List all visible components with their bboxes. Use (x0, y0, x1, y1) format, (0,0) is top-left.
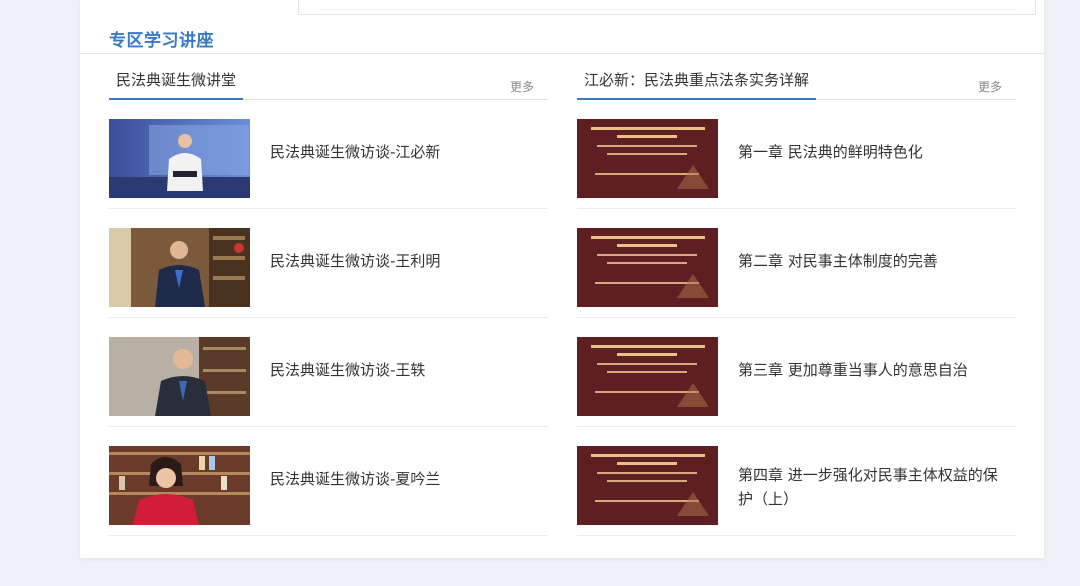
video-thumbnail[interactable] (577, 119, 718, 198)
video-thumbnail[interactable] (109, 228, 250, 307)
lecture-panel: 专区学习讲座 民法典诞生微讲堂 更多 民法典诞生微访谈-江必新 民法典诞生微访谈… (80, 0, 1044, 558)
item-title[interactable]: 第二章 对民事主体制度的完善 (738, 249, 1010, 273)
left-column-title[interactable]: 民法典诞生微讲堂 (109, 68, 244, 100)
top-content-box (298, 0, 1036, 15)
item-title[interactable]: 民法典诞生微访谈-江必新 (270, 140, 542, 164)
item-title[interactable]: 第一章 民法典的鲜明特色化 (738, 140, 1010, 164)
right-more-link[interactable]: 更多 (978, 78, 1002, 95)
list-item[interactable]: 第四章 进一步强化对民事主体权益的保护（上） (577, 427, 1016, 536)
left-more-link[interactable]: 更多 (510, 78, 534, 95)
list-item[interactable]: 民法典诞生微访谈-王利明 (109, 209, 548, 318)
right-column-title[interactable]: 江必新：民法典重点法条实务详解 (577, 68, 817, 100)
item-title[interactable]: 民法典诞生微访谈-夏吟兰 (270, 467, 542, 491)
list-item[interactable]: 第二章 对民事主体制度的完善 (577, 209, 1016, 318)
list-item[interactable]: 第一章 民法典的鲜明特色化 (577, 100, 1016, 209)
video-thumbnail[interactable] (109, 119, 250, 198)
section-title: 专区学习讲座 (109, 31, 214, 51)
left-column-header: 民法典诞生微讲堂 更多 (109, 68, 548, 100)
left-column: 民法典诞生微讲堂 更多 民法典诞生微访谈-江必新 民法典诞生微访谈-王利明 民法… (109, 68, 548, 536)
video-thumbnail[interactable] (109, 446, 250, 525)
list-item[interactable]: 民法典诞生微访谈-夏吟兰 (109, 427, 548, 536)
right-column: 江必新：民法典重点法条实务详解 更多 第一章 民法典的鲜明特色化 第二章 对民事… (577, 68, 1016, 536)
item-title[interactable]: 民法典诞生微访谈-王利明 (270, 249, 542, 273)
section-header: 专区学习讲座 (80, 24, 1044, 54)
list-item[interactable]: 民法典诞生微访谈-江必新 (109, 100, 548, 209)
item-title[interactable]: 第四章 进一步强化对民事主体权益的保护（上） (738, 463, 1010, 511)
video-thumbnail[interactable] (577, 446, 718, 525)
list-item[interactable]: 民法典诞生微访谈-王轶 (109, 318, 548, 427)
item-title[interactable]: 第三章 更加尊重当事人的意思自治 (738, 358, 1010, 382)
video-thumbnail[interactable] (109, 337, 250, 416)
video-thumbnail[interactable] (577, 228, 718, 307)
item-title[interactable]: 民法典诞生微访谈-王轶 (270, 358, 542, 382)
right-column-header: 江必新：民法典重点法条实务详解 更多 (577, 68, 1016, 100)
video-thumbnail[interactable] (577, 337, 718, 416)
list-item[interactable]: 第三章 更加尊重当事人的意思自治 (577, 318, 1016, 427)
